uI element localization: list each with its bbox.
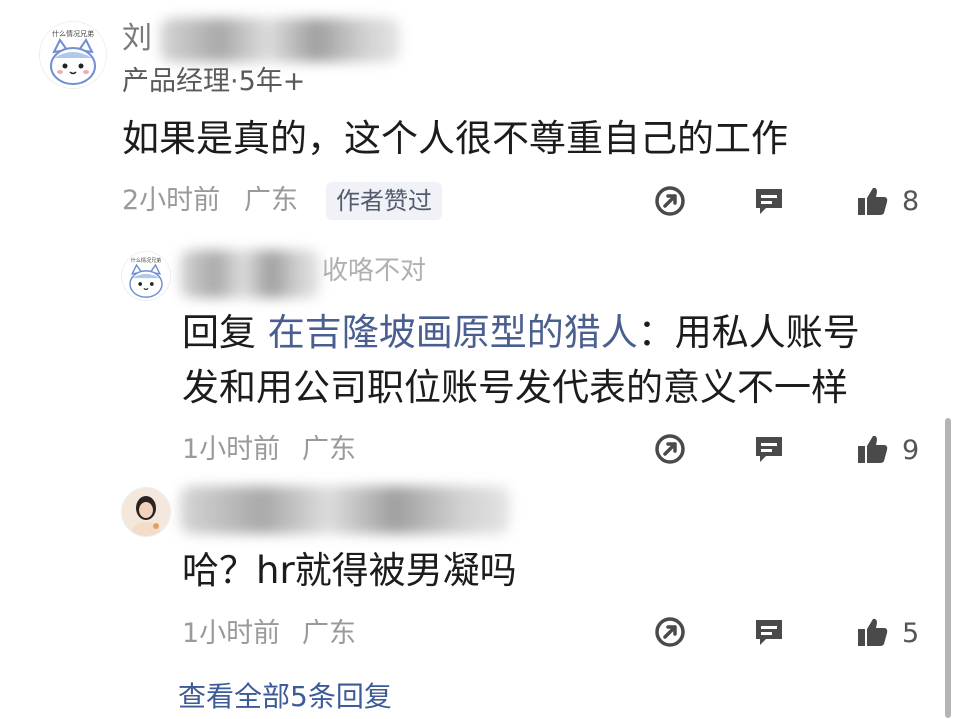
reply-text: 回复 在吉隆坡画原型的猎人：用私人账号: [182, 307, 860, 360]
reply-target-user[interactable]: 在吉隆坡画原型的猎人: [268, 311, 638, 354]
comment-icon[interactable]: [752, 184, 786, 218]
share-icon[interactable]: [653, 432, 687, 466]
share-icon[interactable]: [653, 615, 687, 649]
user-name[interactable]: 刘: [122, 24, 152, 54]
view-all-replies-link[interactable]: 查看全部5条回复: [178, 683, 392, 711]
comment-time: 1小时前: [182, 618, 281, 649]
comment-time: 1小时前: [182, 434, 281, 465]
comment-icon[interactable]: [752, 615, 786, 649]
comment-location: 广东: [302, 618, 356, 649]
blurred-name: [180, 486, 510, 534]
comment-time: 2小时前: [122, 185, 221, 216]
thumbs-up-icon[interactable]: [856, 184, 890, 218]
avatar[interactable]: [122, 488, 170, 536]
author-liked-badge: 作者赞过: [326, 182, 442, 220]
cat-avatar-icon: 什么情况兄弟: [122, 252, 170, 300]
cat-avatar-icon: 什么情况兄弟: [40, 22, 106, 88]
reply-colon: ：: [637, 311, 675, 354]
blurred-name: [160, 18, 400, 62]
like-count: 9: [902, 435, 920, 466]
svg-text:什么情况兄弟: 什么情况兄弟: [52, 29, 94, 38]
comment-icon[interactable]: [752, 432, 786, 466]
user-name[interactable]: 收咯不对: [322, 258, 426, 284]
like-count: 5: [902, 618, 920, 649]
share-icon[interactable]: [653, 184, 687, 218]
reply-text-line2: 发和用公司职位账号发代表的意义不一样: [182, 366, 848, 409]
blurred-name: [180, 250, 320, 298]
comment-location: 广东: [302, 434, 356, 465]
like-count: 8: [902, 186, 920, 217]
reply-text-line1: 用私人账号: [674, 311, 860, 354]
comment-location: 广东: [244, 185, 298, 216]
person-avatar-icon: [122, 488, 170, 536]
comment-thread: 什么情况兄弟 刘 产品经理·5年+ 如果是真的，这个人很不尊重自己的工作 2小时…: [0, 0, 960, 719]
comment-text: 如果是真的，这个人很不尊重自己的工作: [122, 117, 788, 160]
user-title: 产品经理·5年+: [122, 66, 306, 97]
reply-prefix: 回复: [182, 311, 256, 354]
avatar[interactable]: 什么情况兄弟: [40, 22, 106, 88]
svg-text:什么情况兄弟: 什么情况兄弟: [131, 257, 161, 264]
thumbs-up-icon[interactable]: [856, 432, 890, 466]
thumbs-up-icon[interactable]: [856, 615, 890, 649]
avatar[interactable]: 什么情况兄弟: [122, 252, 170, 300]
comment-text: 哈？hr就得被男凝吗: [182, 549, 517, 592]
scrollbar[interactable]: [945, 418, 951, 718]
